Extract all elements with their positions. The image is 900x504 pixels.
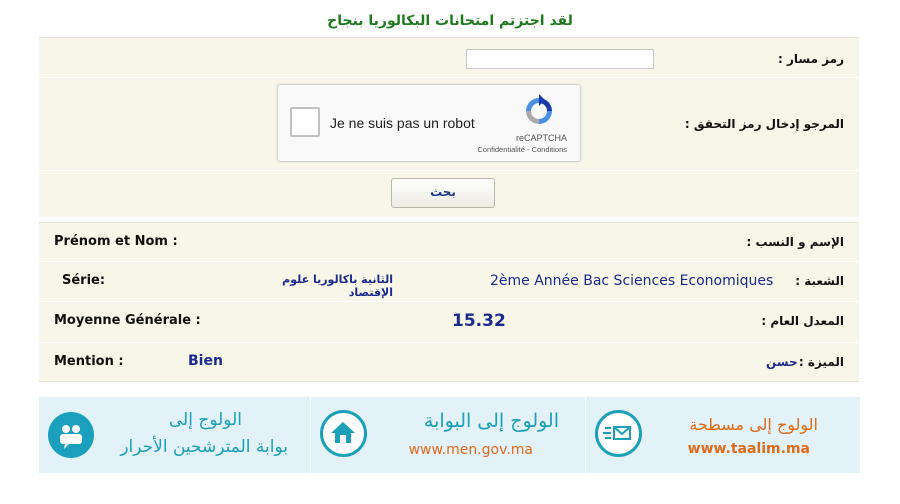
code-massar-input[interactable] <box>466 49 654 69</box>
serie-label-ar: الشعبة : <box>795 274 844 288</box>
banner-taalim[interactable]: الولوج إلى مسطحة www.taalim.ma <box>586 397 860 473</box>
divider <box>39 170 859 171</box>
banner-2-line2: www.men.gov.ma <box>408 442 533 458</box>
divider <box>39 222 859 223</box>
divider <box>39 301 859 302</box>
home-icon <box>320 410 367 457</box>
moyenne-label-fr: Moyenne Générale : <box>54 313 201 328</box>
divider <box>39 261 859 262</box>
mail-icon <box>595 410 642 457</box>
banner-3-line1: الولوج إلى مسطحة <box>689 415 818 434</box>
moyenne-label-ar: المعدل العام : <box>761 314 844 328</box>
users-chat-icon <box>48 412 94 458</box>
recaptcha-checkbox[interactable] <box>290 107 320 137</box>
page-title: لقد اجتزتم امتحانات البكالوريا بنجاح <box>327 13 573 29</box>
banner-candidats-libres[interactable]: الولوج إلى بوابة المترشحين الأحرار <box>39 397 310 473</box>
mention-label-fr: Mention : <box>54 354 124 369</box>
recaptcha-logo-icon <box>526 94 552 124</box>
recaptcha-widget: Je ne suis pas un robot reCAPTCHA Confid… <box>277 84 581 162</box>
moyenne-value: 15.32 <box>452 311 506 331</box>
name-label-fr: Prénom et Nom : <box>54 234 178 249</box>
serie-value-fr: 2ème Année Bac Sciences Economiques <box>490 273 774 289</box>
serie-label-fr: Série: <box>62 273 106 288</box>
banner-2-line1: الولوج إلى البوابة <box>423 410 559 432</box>
banner-3-line2: www.taalim.ma <box>687 441 810 457</box>
code-massar-label: رمز مسار : <box>777 52 844 66</box>
search-button[interactable]: بحث <box>391 178 495 208</box>
divider <box>39 37 859 38</box>
divider <box>39 381 859 382</box>
mention-label-ar: الميزة : <box>798 355 844 369</box>
divider <box>39 77 859 78</box>
name-label-ar: الإسم و النسب : <box>746 235 844 249</box>
mention-value-ar: حسن <box>766 355 798 369</box>
recaptcha-brand: reCAPTCHA <box>515 133 567 143</box>
recaptcha-privacy-links[interactable]: Confidentialité - Conditions <box>477 145 567 154</box>
banner-1-line1: الولوج إلى <box>168 410 242 430</box>
banner-1-line2: بوابة المترشحين الأحرار <box>120 437 288 457</box>
banner-men-portal[interactable]: الولوج إلى البوابة www.men.gov.ma <box>311 397 585 473</box>
divider <box>39 342 859 343</box>
mention-value-fr: Bien <box>188 353 223 369</box>
captcha-label: المرجو إدخال رمز التحقق : <box>684 117 844 131</box>
recaptcha-checkbox-label: Je ne suis pas un robot <box>330 115 475 131</box>
serie-value-ar: الثانية باكالوريا علوم الإقتصاد <box>282 273 393 299</box>
